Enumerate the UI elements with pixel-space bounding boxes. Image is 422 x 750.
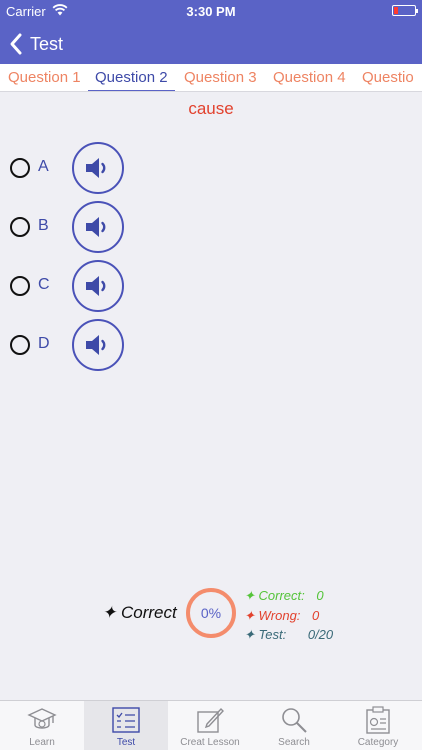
- option-a: A: [10, 142, 130, 194]
- stat-correct: ✦ Correct: 0: [244, 586, 333, 606]
- option-c-label: C: [38, 276, 50, 293]
- stat-test: ✦ Test: 0/20: [244, 625, 333, 645]
- speaker-icon: [86, 335, 106, 355]
- tabbar-category[interactable]: Category: [336, 701, 420, 750]
- score-percent: 0%: [200, 605, 222, 621]
- score-label: ✦ Correct: [102, 603, 177, 622]
- option-b: B: [10, 201, 130, 253]
- question-tabs: Question 1 Question 2 Question 3 Questio…: [0, 64, 422, 92]
- tabbar-learn[interactable]: Learn: [0, 701, 84, 750]
- back-label: Test: [30, 33, 64, 54]
- tab-question-5[interactable]: Questio: [362, 64, 414, 91]
- option-d-label: D: [38, 335, 50, 352]
- graduation-cap-icon: [27, 708, 57, 729]
- tab-question-1[interactable]: Question 1: [8, 64, 81, 91]
- option-c-play-button[interactable]: [72, 260, 124, 312]
- clipboard-icon: [366, 706, 390, 734]
- score-stats: ✦ Correct: 0 ✦ Wrong: 0 ✦ Test: 0/20: [244, 586, 333, 645]
- back-button[interactable]: Test: [8, 30, 63, 58]
- tab-question-4[interactable]: Question 4: [273, 64, 346, 91]
- option-a-play-button[interactable]: [72, 142, 124, 194]
- stat-wrong-value: 0: [312, 607, 320, 623]
- option-b-label: B: [38, 217, 49, 234]
- edit-icon: [197, 707, 224, 733]
- tabbar-test-label: Test: [116, 737, 136, 748]
- tabbar-search-label: Search: [278, 737, 310, 748]
- option-b-play-button[interactable]: [72, 201, 124, 253]
- option-a-radio[interactable]: [10, 158, 30, 178]
- tabbar-category-label: Category: [357, 737, 399, 748]
- option-c-radio[interactable]: [10, 276, 30, 296]
- speaker-icon: [86, 158, 106, 178]
- status-bar: Carrier 3:30 PM: [0, 0, 422, 22]
- checklist-icon: [112, 707, 140, 733]
- tabbar-search[interactable]: Search: [252, 701, 336, 750]
- clock: 3:30 PM: [186, 4, 236, 19]
- tab-question-3[interactable]: Question 3: [184, 64, 257, 91]
- option-d-radio[interactable]: [10, 335, 30, 355]
- header: Carrier 3:30 PM Test: [0, 0, 422, 64]
- stat-correct-value: 0: [316, 588, 324, 603]
- option-d-play-button[interactable]: [72, 319, 124, 371]
- question-word: cause: [188, 99, 234, 118]
- stat-wrong: ✦ Wrong: 0: [244, 606, 333, 626]
- speaker-icon: [86, 276, 106, 296]
- nav-bar: Test: [0, 22, 422, 64]
- battery-icon: [392, 5, 418, 16]
- bottom-tab-bar: Learn Test Creat Lesson Search Category: [0, 700, 422, 750]
- tabbar-creat-lesson[interactable]: Creat Lesson: [168, 701, 252, 750]
- search-icon: [282, 708, 307, 733]
- option-a-label: A: [38, 158, 49, 175]
- option-b-radio[interactable]: [10, 217, 30, 237]
- stat-correct-label: ✦ Correct:: [244, 588, 305, 603]
- stat-test-value: 0/20: [307, 627, 334, 642]
- speaker-icon: [86, 217, 106, 237]
- stat-wrong-label: ✦ Wrong:: [244, 607, 301, 623]
- stat-test-label: ✦ Test:: [244, 627, 287, 642]
- tabbar-creat-lesson-label: Creat Lesson: [180, 737, 240, 748]
- score-percent-circle: 0%: [186, 588, 236, 638]
- tabbar-test[interactable]: Test: [84, 701, 168, 750]
- option-d: D: [10, 319, 130, 371]
- tabbar-learn-label: Learn: [29, 737, 55, 748]
- tab-question-2[interactable]: Question 2: [88, 64, 175, 91]
- option-c: C: [10, 260, 130, 312]
- chevron-left-icon: [10, 33, 22, 55]
